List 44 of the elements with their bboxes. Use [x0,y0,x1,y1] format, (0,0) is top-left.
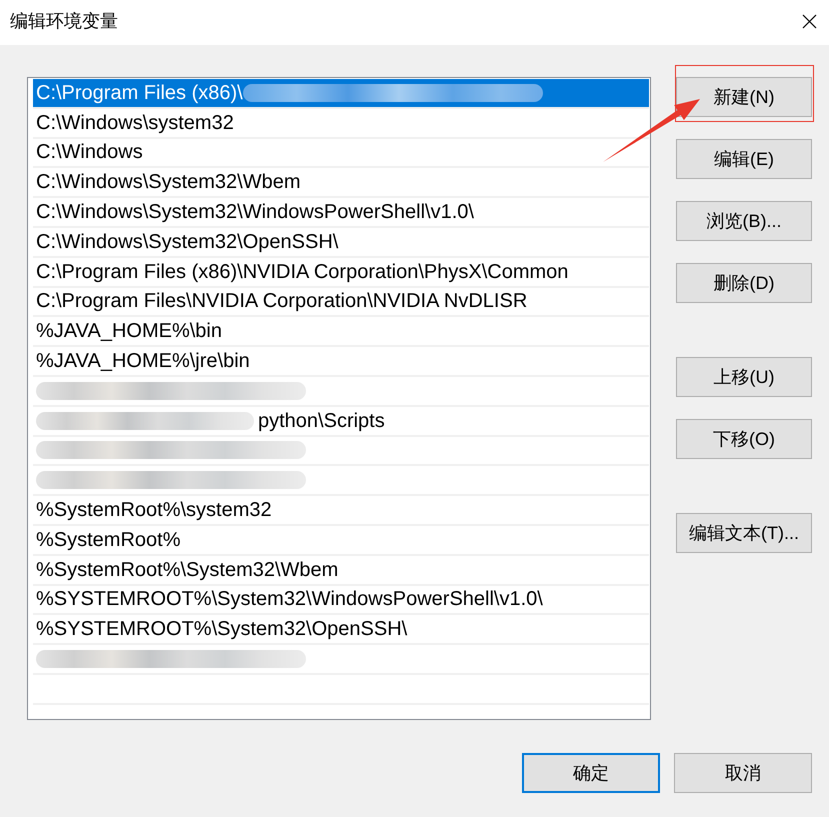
path-item[interactable]: %SYSTEMROOT%\System32\WindowsPowerShell\v1.0\ [33,586,649,616]
path-item[interactable]: C:\Windows\System32\WindowsPowerShell\v1.0\ [33,198,649,228]
path-text: C:\Windows\system32 [36,110,234,135]
cancel-button[interactable]: 取消 [674,753,812,793]
path-item[interactable]: C:\Windows [33,138,649,168]
path-item[interactable]: C:\Windows\System32\Wbem [33,168,649,198]
close-button[interactable] [801,13,817,29]
path-item[interactable]: %SystemRoot%\system32 [33,496,649,526]
path-text: %JAVA_HOME%\bin [36,319,222,344]
window-title: 编辑环境变量 [10,10,118,33]
close-icon [802,14,816,28]
path-item[interactable]: C:\Program Files (x86)\ [33,79,649,109]
path-item[interactable]: %SYSTEMROOT%\System32\OpenSSH\ [33,615,649,646]
path-text: C:\Program Files (x86)\ [36,80,243,105]
path-text: C:\Windows\System32\OpenSSH\ [36,230,338,254]
ok-button[interactable]: 确定 [522,753,660,793]
path-text: %SYSTEMROOT%\System32\WindowsPowerShell\v1.0\ [36,587,543,612]
path-text: %SystemRoot%\system32 [36,498,272,522]
side-button[interactable]: 编辑(E) [676,139,812,179]
path-item[interactable]: C:\Program Files\NVIDIA Corporation\NVIDIA NvDLISR [33,288,649,318]
path-item[interactable]: %SystemRoot% [33,526,649,556]
side-button[interactable]: 浏览(B)... [676,201,812,241]
side-button[interactable]: 下移(O) [676,419,812,459]
path-text: %SystemRoot%\System32\Wbem [36,558,338,582]
path-item[interactable]: python\Scripts [33,406,649,437]
side-button[interactable]: 上移(U) [676,357,812,397]
path-item[interactable]: %JAVA_HOME%\jre\bin [33,347,649,377]
path-text: C:\Program Files (x86)\NVIDIA Corporation\PhysX\Common [36,260,568,284]
path-text: C:\Windows\System32\WindowsPowerShell\v1.0\ [36,200,474,224]
path-item[interactable]: C:\Program Files (x86)\NVIDIA Corporation\PhysX\Common [33,258,649,288]
path-item[interactable]: C:\Windows\System32\OpenSSH\ [33,228,649,258]
path-text: C:\Windows\System32\Wbem [36,170,301,194]
path-item[interactable]: %SystemRoot%\System32\Wbem [33,556,649,586]
path-text: C:\Program Files\NVIDIA Corporation\NVIDIA NvDLISR [36,289,528,314]
path-text: C:\Windows [36,140,143,164]
path-text: %SystemRoot% [36,528,180,552]
path-item[interactable]: %JAVA_HOME%\bin [33,317,649,348]
path-item[interactable]: C:\Windows\system32 [33,108,649,139]
side-button[interactable]: 删除(D) [676,263,812,303]
path-text: %JAVA_HOME%\jre\bin [36,349,250,374]
side-button[interactable]: 编辑文本(T)... [676,513,812,553]
side-button[interactable]: 新建(N) [676,77,812,117]
path-text: %SYSTEMROOT%\System32\OpenSSH\ [36,617,408,642]
path-text: python\Scripts [258,408,385,433]
